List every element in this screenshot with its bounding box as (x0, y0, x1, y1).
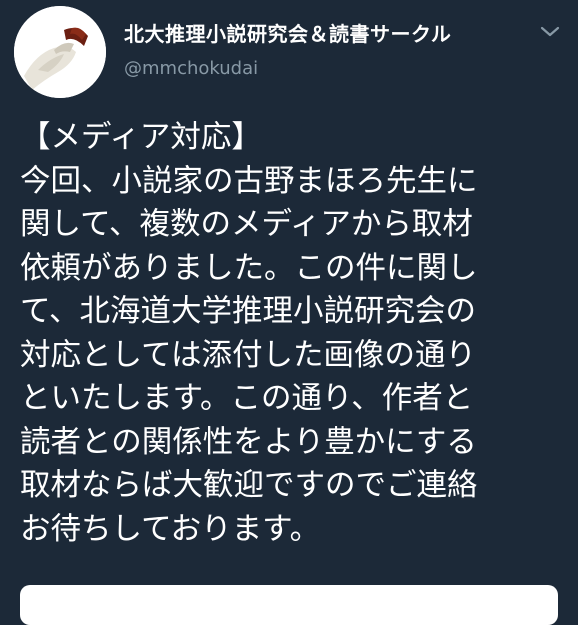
display-name[interactable]: 北大推理小説研究会＆読書サークル (124, 18, 451, 47)
tweet-line: て、北海道大学推理小説研究会の (20, 294, 476, 329)
tweet-line: 【メディア対応】 (20, 120, 262, 155)
tweet-line: 取材ならば大歓迎ですのでご連絡 (20, 468, 478, 503)
tweet-line: 今回、小説家の古野まほろ先生に (20, 163, 478, 199)
tweet-header: 北大推理小説研究会＆読書サークル @mmchokudai (0, 0, 578, 100)
tweet-line: といたします。この通り、作者と (20, 381, 474, 416)
attached-image[interactable] (20, 585, 558, 625)
tweet-line: 依頼がありました。この件に関し (20, 250, 478, 286)
user-handle[interactable]: @mmchokudai (124, 58, 258, 79)
tweet-line: 関して、複数のメディアから取材 (20, 207, 473, 242)
avatar[interactable] (14, 6, 106, 98)
tweet-line: 対応としては添付した画像の通り (20, 337, 476, 373)
pipe-avatar-icon (14, 6, 106, 98)
chevron-down-icon[interactable] (538, 20, 562, 42)
tweet-text: 【メディア対応】 今回、小説家の古野まほろ先生に 関して、複数のメディアから取材… (20, 116, 568, 551)
tweet-line: 読者との関係性をより豊かにする (20, 424, 477, 460)
tweet-line: お待ちしております。 (20, 511, 321, 547)
